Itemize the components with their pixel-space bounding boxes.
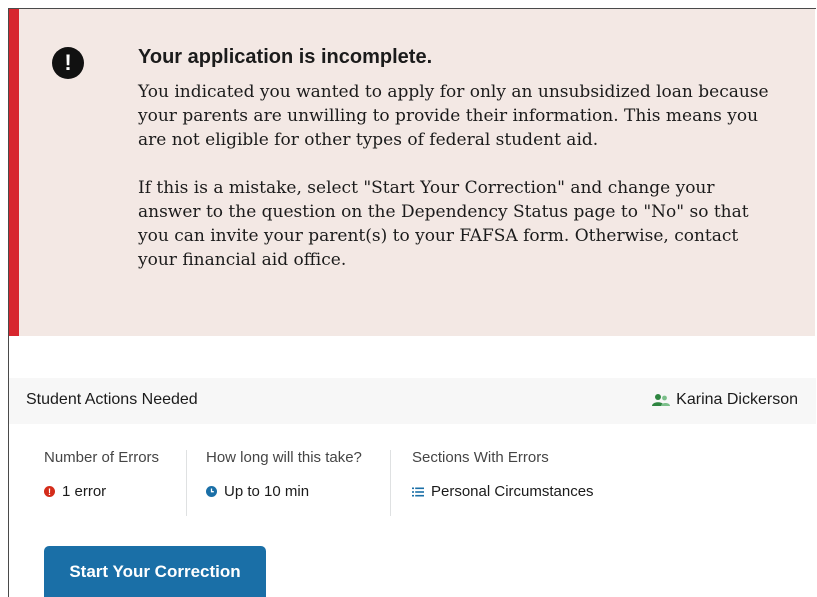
user-name: Karina Dickerson: [676, 391, 798, 408]
section-title: Student Actions Needed: [26, 391, 198, 408]
time-value-row: Up to 10 min: [206, 483, 362, 500]
divider: [390, 450, 391, 516]
alert-body: Your application is incomplete. You indi…: [138, 45, 778, 296]
time-value: Up to 10 min: [224, 483, 310, 500]
exclamation-icon: !: [44, 486, 55, 497]
error-summary: Number of Errors ! 1 error How long will…: [9, 448, 816, 518]
alert-paragraph-1: You indicated you wanted to apply for on…: [138, 82, 769, 150]
errors-label: Number of Errors: [44, 449, 160, 466]
start-correction-button[interactable]: Start Your Correction: [44, 546, 266, 597]
errors-value-row: ! 1 error: [44, 483, 159, 500]
list-icon: [412, 487, 424, 496]
divider: [186, 450, 187, 516]
stat-time: How long will this take? Up to 10 min: [206, 448, 362, 516]
student-actions-header: Student Actions Needed Karina Dickerson: [9, 378, 816, 424]
time-label: How long will this take?: [206, 449, 362, 466]
alert-paragraph-2: If this is a mistake, select "Start Your…: [138, 178, 749, 270]
users-icon: [652, 394, 671, 406]
stat-sections: Sections With Errors Personal Circumstan…: [412, 448, 594, 516]
stat-errors: Number of Errors ! 1 error: [44, 448, 159, 516]
sections-value: Personal Circumstances: [431, 483, 594, 500]
user-tag: Karina Dickerson: [652, 391, 798, 409]
alert-title: Your application is incomplete.: [138, 46, 433, 68]
sections-label: Sections With Errors: [412, 449, 549, 466]
incomplete-alert: ! Your application is incomplete. You in…: [9, 9, 815, 336]
exclamation-circle-icon: !: [52, 47, 84, 79]
sections-value-row: Personal Circumstances: [412, 483, 594, 500]
clock-icon: [206, 486, 217, 497]
errors-value: 1 error: [62, 483, 107, 500]
